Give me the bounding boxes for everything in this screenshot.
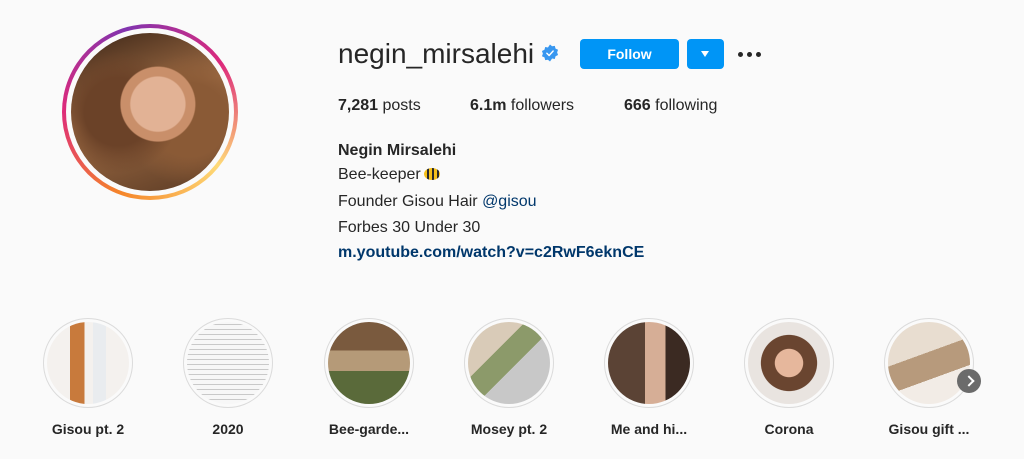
profile-username: negin_mirsalehi [338,38,535,69]
highlights-next-arrow-icon[interactable] [957,369,981,393]
highlight-item[interactable]: Corona [744,318,834,437]
posts-count-value: 7,281 [338,97,379,114]
highlight-item[interactable]: 2020 [183,318,273,437]
bio-line-beekeeper: Bee-keeper [338,165,440,185]
highlight-cover-image [328,322,410,404]
follow-button[interactable]: Follow [580,39,679,69]
bee-icon [423,168,440,180]
followers-count-value: 6.1m [470,97,507,114]
more-options-icon-dot [747,52,752,57]
highlight-cover-image [748,322,830,404]
highlight-cover-image [468,322,550,404]
bio-line-text: Founder Gisou Hair [338,193,483,210]
highlight-item[interactable]: Mosey pt. 2 [464,318,554,437]
highlight-label: Bee-garde... [328,421,410,437]
avatar-photo [71,33,229,191]
posts-count-label: posts [382,97,421,114]
highlight-cover-ring [43,318,133,408]
bio-external-link[interactable]: m.youtube.com/watch?v=c2RwF6eknCE [338,243,644,263]
profile-avatar[interactable] [62,24,238,200]
following-count-label: following [655,97,718,114]
highlight-label: Mosey pt. 2 [470,421,548,437]
highlight-cover-image [187,322,269,404]
highlight-cover-image [888,322,970,404]
suggested-accounts-dropdown-button[interactable] [687,39,724,69]
avatar-frame [66,28,234,196]
highlight-cover-image [47,322,129,404]
highlight-label: 2020 [212,421,244,437]
bio-line-forbes: Forbes 30 Under 30 [338,219,481,236]
following-link[interactable]: 666 following [624,97,717,115]
highlight-cover-ring [464,318,554,408]
highlight-cover-ring [324,318,414,408]
highlight-cover-ring [183,318,273,408]
bio-line-text: Bee-keeper [338,166,421,183]
highlight-label: Gisou gift ... [888,421,970,437]
more-options-icon [738,52,743,57]
highlight-cover-ring [744,318,834,408]
highlight-item[interactable]: Gisou pt. 2 [43,318,133,437]
highlight-cover-ring [604,318,694,408]
highlight-item[interactable]: Bee-garde... [324,318,414,437]
verified-badge-icon [541,44,559,62]
posts-count: 7,281 posts [338,97,421,115]
more-options-icon-dot [756,52,761,57]
followers-link[interactable]: 6.1m followers [470,97,574,115]
gisou-mention-link[interactable]: @gisou [482,193,537,210]
highlight-label: Gisou pt. 2 [51,421,125,437]
highlight-label: Me and hi... [610,421,688,437]
highlight-label: Corona [764,421,814,437]
following-count-value: 666 [624,97,651,114]
bio-line-founder: Founder Gisou Hair @gisou [338,192,537,212]
chevron-down-icon [701,51,709,57]
highlight-cover-ring [884,318,974,408]
more-options-button[interactable] [737,40,763,68]
profile-full-name: Negin Mirsalehi [338,142,457,159]
followers-count-label: followers [510,97,575,114]
highlight-cover-image [608,322,690,404]
highlight-item[interactable]: Me and hi... [604,318,694,437]
